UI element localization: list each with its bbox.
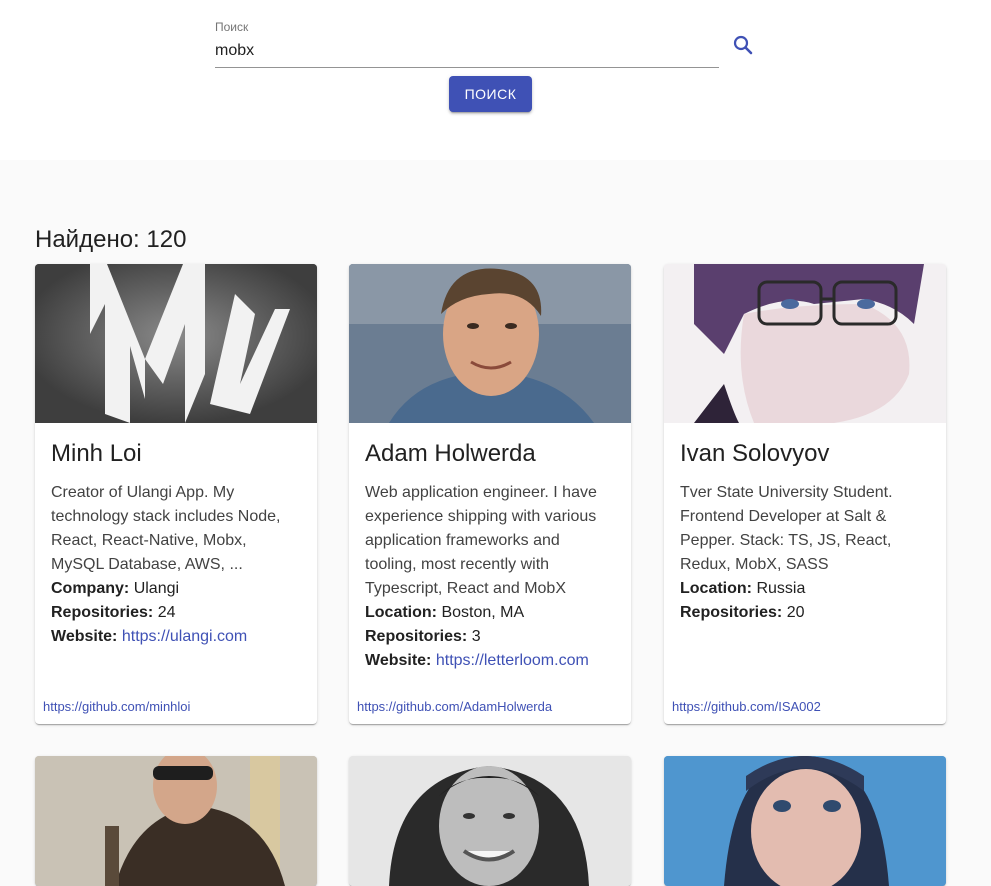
user-name: Ivan Solovyov <box>680 440 830 467</box>
user-company: Company: Ulangi <box>51 580 180 597</box>
user-location: Location: Russia <box>680 580 806 597</box>
user-repositories: Repositories: 24 <box>51 604 176 621</box>
search-input[interactable] <box>215 34 719 68</box>
search-field: Поиск <box>215 20 719 68</box>
user-name: Adam Holwerda <box>365 440 536 467</box>
user-repositories: Repositories: 20 <box>680 604 805 621</box>
github-link[interactable]: https://github.com/ISA002 <box>672 699 821 714</box>
user-card <box>349 756 631 886</box>
portrait-image <box>349 756 631 886</box>
user-avatar[interactable] <box>35 264 317 423</box>
user-card: Minh Loi Creator of Ulangi App. My techn… <box>35 264 317 724</box>
user-location: Location: Boston, MA <box>365 604 525 621</box>
user-card <box>664 756 946 886</box>
search-label: Поиск <box>215 20 249 34</box>
search-button[interactable]: ПОИСК <box>449 76 532 112</box>
user-avatar[interactable] <box>35 756 317 886</box>
card-content: Minh Loi Creator of Ulangi App. My techn… <box>35 423 317 723</box>
website-link[interactable]: https://ulangi.com <box>122 628 247 645</box>
website-link[interactable]: https://letterloom.com <box>436 652 589 669</box>
portrait-image <box>349 264 631 423</box>
user-bio: Web application engineer. I have experie… <box>365 484 597 597</box>
user-name: Minh Loi <box>51 440 142 467</box>
portrait-image <box>664 756 946 886</box>
user-website: Website: https://letterloom.com <box>365 652 589 669</box>
user-avatar[interactable] <box>664 264 946 423</box>
card-content: Adam Holwerda Web application engineer. … <box>349 423 631 723</box>
search-header: Поиск ПОИСК <box>0 0 991 160</box>
github-link[interactable]: https://github.com/AdamHolwerda <box>357 699 552 714</box>
user-avatar[interactable] <box>349 264 631 423</box>
portrait-image <box>35 756 317 886</box>
user-bio: Creator of Ulangi App. My technology sta… <box>51 484 281 573</box>
results-count: Найдено: 120 <box>35 226 186 254</box>
user-avatar[interactable] <box>664 756 946 886</box>
logo-image <box>35 264 317 423</box>
user-website: Website: https://ulangi.com <box>51 628 248 645</box>
github-link[interactable]: https://github.com/minhloi <box>43 699 190 714</box>
user-card: Ivan Solovyov Tver State University Stud… <box>664 264 946 724</box>
user-bio: Tver State University Student. Frontend … <box>680 484 893 573</box>
user-avatar[interactable] <box>349 756 631 886</box>
results-prefix: Найдено: <box>35 226 140 253</box>
user-card <box>35 756 317 886</box>
illustration-image <box>664 264 946 423</box>
user-card: Adam Holwerda Web application engineer. … <box>349 264 631 724</box>
results-number: 120 <box>146 226 187 253</box>
card-content: Ivan Solovyov Tver State University Stud… <box>664 423 946 723</box>
user-repositories: Repositories: 3 <box>365 628 481 645</box>
search-icon[interactable] <box>731 33 755 57</box>
